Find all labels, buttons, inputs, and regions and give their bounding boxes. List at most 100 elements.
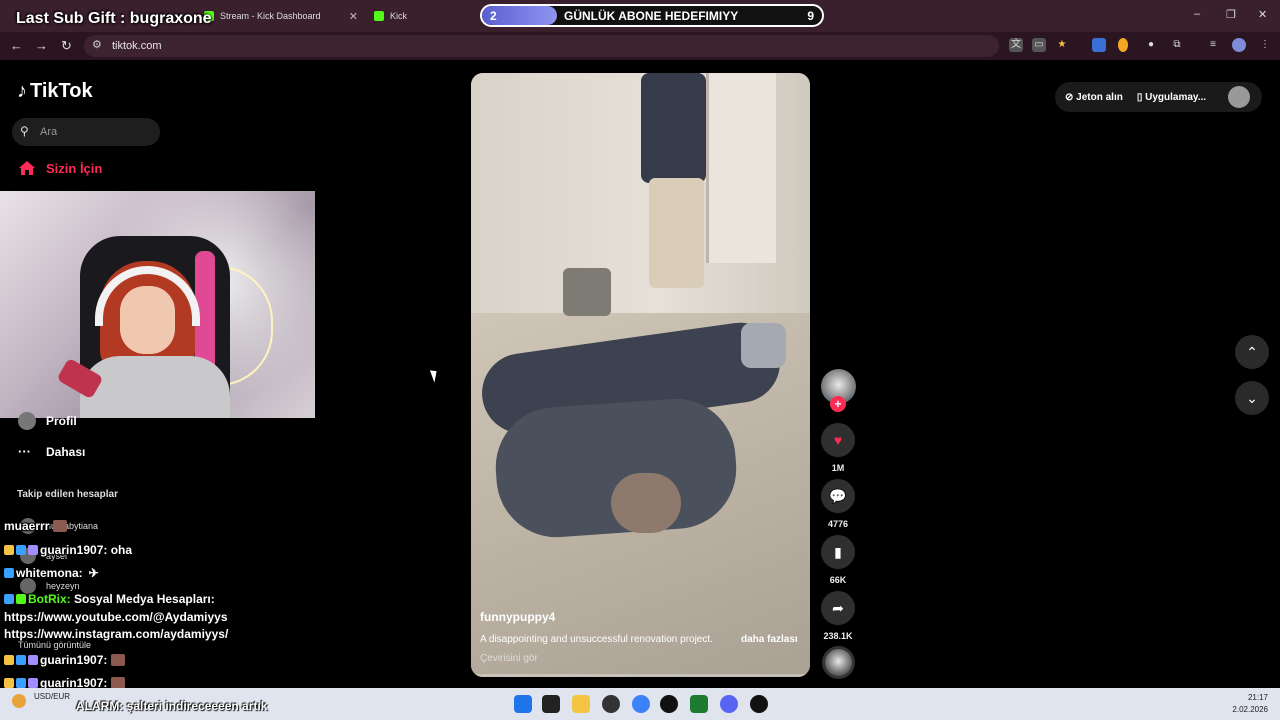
- crown-badge-icon: [4, 655, 14, 665]
- sub-badge-icon: [16, 545, 26, 555]
- system-clock[interactable]: 21:17 2.02.2026: [1230, 692, 1268, 716]
- maximize-button[interactable]: ❐: [1226, 8, 1236, 21]
- comment-action[interactable]: 💬 4776: [821, 479, 855, 529]
- chat-message: guarin1907:: [4, 653, 126, 667]
- app-icon[interactable]: [690, 695, 708, 713]
- sub-badge-icon: [16, 678, 26, 688]
- sub-badge-icon: [16, 655, 26, 665]
- goal-target: 9: [807, 9, 814, 23]
- gift-badge-icon: [28, 655, 38, 665]
- chrome-icon[interactable]: [632, 695, 650, 713]
- app-icon[interactable]: [750, 695, 768, 713]
- share-count: 238.1K: [823, 631, 853, 641]
- back-icon[interactable]: ←: [10, 38, 23, 53]
- video-progress-fill: [471, 674, 475, 677]
- chat-message-line: https://www.youtube.com/@Aydamiyys: [4, 610, 228, 624]
- chat-text: https://www.youtube.com/@Aydamiyys: [4, 610, 228, 624]
- search-icon: ⚲: [20, 124, 29, 138]
- alarm-overlay: ALARM: şalteri indireceeeen artık: [76, 699, 268, 713]
- reading-list-icon[interactable]: ≡: [1206, 38, 1220, 52]
- nav-more[interactable]: ··· Dahası: [18, 444, 85, 459]
- get-coins-button[interactable]: ⊘ Jeton alın: [1065, 92, 1123, 103]
- snapchat-icon[interactable]: ●: [1144, 38, 1158, 52]
- nav-profile[interactable]: Profil: [18, 412, 77, 430]
- chat-message: whitemona: ✈: [4, 566, 99, 580]
- like-action[interactable]: ♥ 1M: [821, 423, 855, 473]
- save-action[interactable]: ▮ 66K: [821, 535, 855, 585]
- chat-message: muaerrr: [4, 519, 68, 533]
- get-app-button[interactable]: ▯ Uygulamay...: [1137, 92, 1206, 103]
- translate-link[interactable]: Çevirisini gör: [480, 653, 538, 664]
- mod-badge-icon: [4, 594, 14, 604]
- music-disc[interactable]: [822, 646, 855, 679]
- weather-icon[interactable]: [12, 694, 26, 708]
- avatar[interactable]: [1228, 86, 1250, 108]
- start-icon[interactable]: [514, 695, 532, 713]
- obs-icon[interactable]: [602, 695, 620, 713]
- discord-icon[interactable]: [720, 695, 738, 713]
- chat-message-line: https://www.instagram.com/aydamiyys/: [4, 627, 228, 641]
- chat-user: muaerrr: [4, 519, 50, 533]
- cast-icon[interactable]: ▭: [1032, 38, 1046, 52]
- crown-badge-icon: [4, 678, 14, 688]
- see-all-link[interactable]: Tümünü görüntüle: [18, 640, 91, 650]
- save-count: 66K: [829, 575, 847, 585]
- chat-text: https://www.instagram.com/aydamiyys/: [4, 627, 229, 641]
- comment-icon[interactable]: 💬: [821, 479, 855, 513]
- nav-for-you-label: Sizin İçin: [46, 160, 103, 176]
- app-icon[interactable]: [660, 695, 678, 713]
- file-explorer-icon[interactable]: [572, 695, 590, 713]
- following-title: Takip edilen hesaplar: [17, 489, 118, 500]
- extension-icon[interactable]: [1092, 38, 1106, 52]
- reload-icon[interactable]: ↻: [61, 38, 72, 54]
- currency-widget[interactable]: USD/EUR: [34, 692, 70, 701]
- follow-plus-icon[interactable]: +: [830, 396, 846, 412]
- heart-icon[interactable]: ♥: [821, 423, 855, 457]
- more-link[interactable]: daha fazlası: [741, 634, 798, 645]
- tab-kick[interactable]: Kick: [366, 4, 486, 28]
- share-action[interactable]: ➦ 238.1K: [821, 591, 855, 641]
- extension-icon[interactable]: [1118, 38, 1128, 52]
- profile-avatar-icon[interactable]: [1232, 38, 1246, 52]
- video-player[interactable]: funnypuppy4 A disappointing and unsucces…: [471, 73, 810, 677]
- close-window-button[interactable]: ✕: [1258, 8, 1267, 21]
- nav-for-you[interactable]: Sizin İçin: [18, 160, 102, 176]
- nav-profile-label: Profil: [46, 414, 77, 428]
- emote-icon: ✈: [88, 566, 99, 580]
- previous-video-button[interactable]: ⌃: [1235, 335, 1269, 369]
- clock-date: 2.02.2026: [1232, 705, 1268, 714]
- tab-kick-dashboard[interactable]: Stream - Kick Dashboard ✕: [196, 4, 362, 28]
- url-text: tiktok.com: [112, 40, 162, 52]
- chat-message: guarin1907: oha: [4, 543, 132, 557]
- chat-user: guarin1907:: [40, 653, 108, 667]
- close-icon[interactable]: ✕: [349, 10, 358, 23]
- logo-text: TikTok: [30, 80, 93, 102]
- minimize-button[interactable]: –: [1194, 8, 1200, 20]
- next-video-button[interactable]: ⌄: [1235, 381, 1269, 415]
- site-info-icon[interactable]: ⚙: [92, 38, 102, 51]
- get-app-label: Uygulamay...: [1145, 91, 1207, 103]
- top-right-actions: ⊘ Jeton alın ▯ Uygulamay...: [1055, 82, 1262, 112]
- share-icon[interactable]: ➦: [821, 591, 855, 625]
- tiktok-logo[interactable]: ♪ TikTok: [17, 80, 93, 103]
- video-progress[interactable]: [471, 674, 810, 677]
- url-field[interactable]: ⚙ tiktok.com: [84, 35, 999, 57]
- translate-icon[interactable]: 文: [1009, 38, 1023, 52]
- bookmark-icon[interactable]: ▮: [821, 535, 855, 569]
- menu-icon[interactable]: ⋮: [1258, 38, 1272, 52]
- chat-message: BotRix: Sosyal Medya Hesapları:: [4, 592, 215, 606]
- home-icon: [19, 161, 35, 175]
- avatar: [18, 412, 36, 430]
- crown-badge-icon: [4, 545, 14, 555]
- search-input[interactable]: ⚲ Ara: [12, 118, 160, 146]
- star-icon[interactable]: ★: [1055, 38, 1069, 52]
- puzzle-icon[interactable]: ⧉: [1170, 38, 1184, 52]
- chat-user: whitemona:: [16, 566, 83, 580]
- video-author[interactable]: funnypuppy4: [480, 610, 555, 624]
- more-icon: ···: [18, 444, 31, 459]
- kick-icon: [374, 11, 384, 21]
- nav-more-label: Dahası: [46, 444, 86, 459]
- forward-icon[interactable]: →: [35, 38, 48, 53]
- task-view-icon[interactable]: [542, 695, 560, 713]
- chat-text: oha: [110, 543, 133, 557]
